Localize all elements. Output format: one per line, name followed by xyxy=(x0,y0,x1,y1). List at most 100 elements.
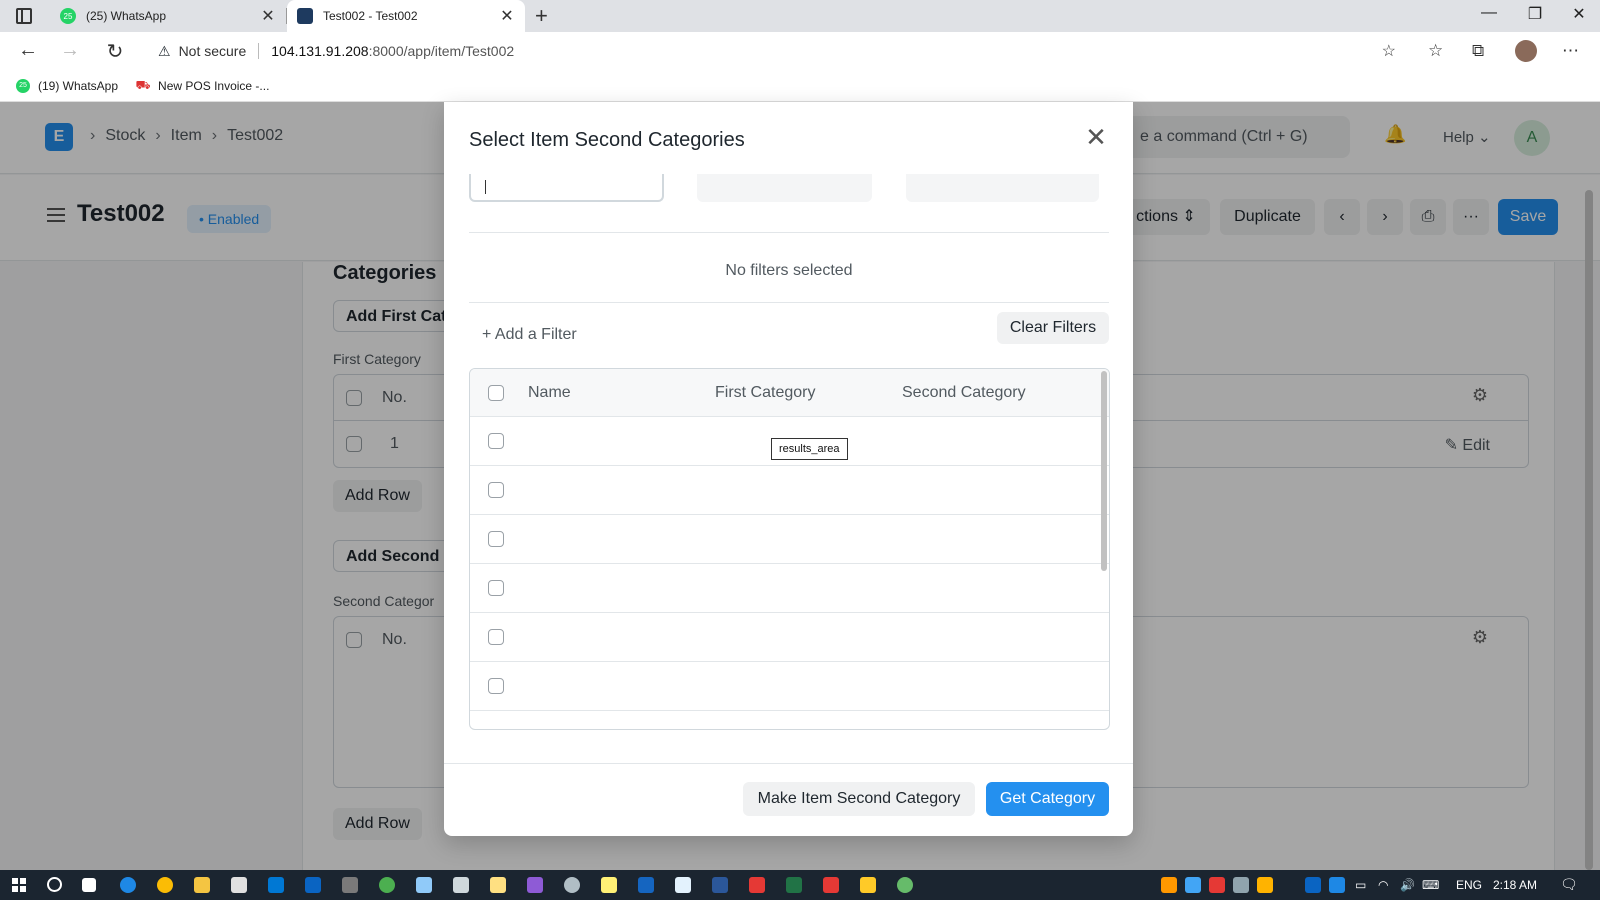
refresh-icon[interactable]: ↻ xyxy=(103,39,127,64)
clear-filters-button[interactable]: Clear Filters xyxy=(997,312,1109,344)
search-icon[interactable] xyxy=(47,877,62,892)
settings-more-icon[interactable]: ⋯ xyxy=(1562,41,1579,61)
xampp-icon[interactable] xyxy=(823,877,839,893)
mail-tray-icon[interactable] xyxy=(1257,877,1273,893)
restore-icon[interactable]: ❐ xyxy=(1512,4,1558,24)
make-item-second-category-button[interactable]: Make Item Second Category xyxy=(743,782,975,816)
network-icon[interactable] xyxy=(416,877,432,893)
battery-icon[interactable]: ▭ xyxy=(1355,878,1366,892)
warning-icon: ⚠ xyxy=(158,42,171,59)
calculator-icon[interactable] xyxy=(453,877,469,893)
close-icon[interactable]: ✕ xyxy=(1081,122,1111,153)
tab-test002[interactable]: Test002 - Test002 ✕ xyxy=(287,0,525,32)
first-category-filter[interactable] xyxy=(697,174,872,202)
windows-start-icon[interactable] xyxy=(12,878,26,892)
volume-icon[interactable]: 🔊 xyxy=(1400,878,1415,892)
bluetooth-icon[interactable] xyxy=(1329,877,1345,893)
task-view-icon[interactable] xyxy=(82,878,96,892)
erpnext-icon xyxy=(297,8,313,24)
divider xyxy=(469,232,1109,233)
add-filter-button[interactable]: + Add a Filter xyxy=(482,326,577,344)
new-tab-icon[interactable]: + xyxy=(535,3,548,29)
app-icon[interactable] xyxy=(564,877,580,893)
keyboard-icon[interactable]: ⌨ xyxy=(1422,878,1439,892)
collections-icon[interactable]: ⧉ xyxy=(1472,41,1484,61)
tool-icon[interactable] xyxy=(490,877,506,893)
add-favorite-icon[interactable]: ☆ xyxy=(1382,41,1396,61)
select-dialog: Select Item Second Categories ✕ No filte… xyxy=(444,102,1133,836)
whatsapp-icon: 25 xyxy=(16,78,30,93)
pos-icon: ⛟ xyxy=(135,77,151,92)
results-area: Name First Category Second Category resu… xyxy=(469,368,1110,730)
bookmark-whatsapp[interactable]: 25 (19) WhatsApp xyxy=(16,78,118,93)
row-checkbox[interactable] xyxy=(488,678,504,694)
result-row[interactable] xyxy=(470,662,1109,711)
result-row[interactable] xyxy=(470,564,1109,613)
tool-icon[interactable] xyxy=(601,877,617,893)
tab-label: (25) WhatsApp xyxy=(86,9,167,23)
store-icon[interactable] xyxy=(231,877,247,893)
notes-icon[interactable] xyxy=(675,877,691,893)
address-bar: ← → ↻ ⚠ Not secure 104.131.91.208 :8000/… xyxy=(0,32,1600,70)
select-all-checkbox[interactable] xyxy=(488,385,504,401)
app-icon[interactable] xyxy=(860,877,876,893)
word-icon[interactable] xyxy=(712,877,728,893)
column-first-category: First Category xyxy=(715,384,816,401)
profile-avatar[interactable] xyxy=(1515,40,1537,62)
close-window-icon[interactable]: ✕ xyxy=(1556,4,1600,24)
close-tab-icon[interactable]: ✕ xyxy=(260,6,276,26)
back-icon[interactable]: ← xyxy=(16,39,40,62)
app-icon[interactable] xyxy=(897,877,913,893)
close-tab-icon[interactable]: ✕ xyxy=(499,6,515,26)
search-field[interactable] xyxy=(469,174,664,202)
excel-icon[interactable] xyxy=(786,877,802,893)
tab-whatsapp[interactable]: 25 (25) WhatsApp ✕ xyxy=(50,0,286,32)
tray-icon[interactable] xyxy=(1161,877,1177,893)
row-checkbox[interactable] xyxy=(488,580,504,596)
edge-icon[interactable] xyxy=(120,877,136,893)
url-input[interactable]: ⚠ Not secure 104.131.91.208 :8000/app/it… xyxy=(146,36,1408,66)
whatsapp-icon: 25 xyxy=(60,8,76,24)
bookmarks-bar: 25 (19) WhatsApp ⛟ New POS Invoice -... xyxy=(0,70,1600,102)
tray-icon[interactable] xyxy=(1233,877,1249,893)
file-explorer-icon[interactable] xyxy=(194,877,210,893)
result-row[interactable] xyxy=(470,515,1109,564)
column-second-category: Second Category xyxy=(902,384,1026,401)
notifications-icon[interactable]: 🗨 xyxy=(1560,876,1578,893)
row-checkbox[interactable] xyxy=(488,531,504,547)
bookmark-pos-invoice[interactable]: ⛟ New POS Invoice -... xyxy=(135,77,270,93)
shield-icon[interactable] xyxy=(1185,877,1201,893)
url-host: 104.131.91.208 xyxy=(271,43,369,59)
anydesk-icon[interactable] xyxy=(749,877,765,893)
tray-icon[interactable] xyxy=(1209,877,1225,893)
browser-tabstrip: 25 (25) WhatsApp ✕ Test002 - Test002 ✕ +… xyxy=(0,0,1600,32)
app-icon[interactable] xyxy=(342,877,358,893)
outlook-icon[interactable] xyxy=(305,877,321,893)
row-checkbox[interactable] xyxy=(488,629,504,645)
outlook-tray-icon[interactable] xyxy=(1305,877,1321,893)
chrome-icon[interactable] xyxy=(157,877,173,893)
get-category-button[interactable]: Get Category xyxy=(986,782,1109,816)
url-path: :8000/app/item/Test002 xyxy=(368,43,515,59)
tab-actions-icon[interactable] xyxy=(16,8,32,24)
result-row[interactable] xyxy=(470,466,1109,515)
clock[interactable]: 2:18 AM xyxy=(1493,878,1537,892)
defender-icon[interactable] xyxy=(638,877,654,893)
second-category-filter[interactable] xyxy=(906,174,1099,202)
minimize-icon[interactable]: — xyxy=(1466,4,1512,22)
forward-icon[interactable]: → xyxy=(58,39,82,62)
chrome-alt-icon[interactable] xyxy=(379,877,395,893)
filter-fields xyxy=(469,174,1109,204)
result-row[interactable] xyxy=(470,613,1109,662)
visual-studio-icon[interactable] xyxy=(527,877,543,893)
dialog-title: Select Item Second Categories xyxy=(469,129,745,151)
tab-label: Test002 - Test002 xyxy=(323,9,418,23)
favorites-icon[interactable]: ☆ xyxy=(1428,41,1443,61)
results-scrollbar[interactable] xyxy=(1101,371,1107,571)
wifi-icon[interactable]: ◠ xyxy=(1378,878,1388,892)
mail-icon[interactable] xyxy=(268,877,284,893)
row-checkbox[interactable] xyxy=(488,482,504,498)
row-checkbox[interactable] xyxy=(488,433,504,449)
results-area-tooltip: results_area xyxy=(771,438,848,460)
language-indicator[interactable]: ENG xyxy=(1456,878,1482,892)
